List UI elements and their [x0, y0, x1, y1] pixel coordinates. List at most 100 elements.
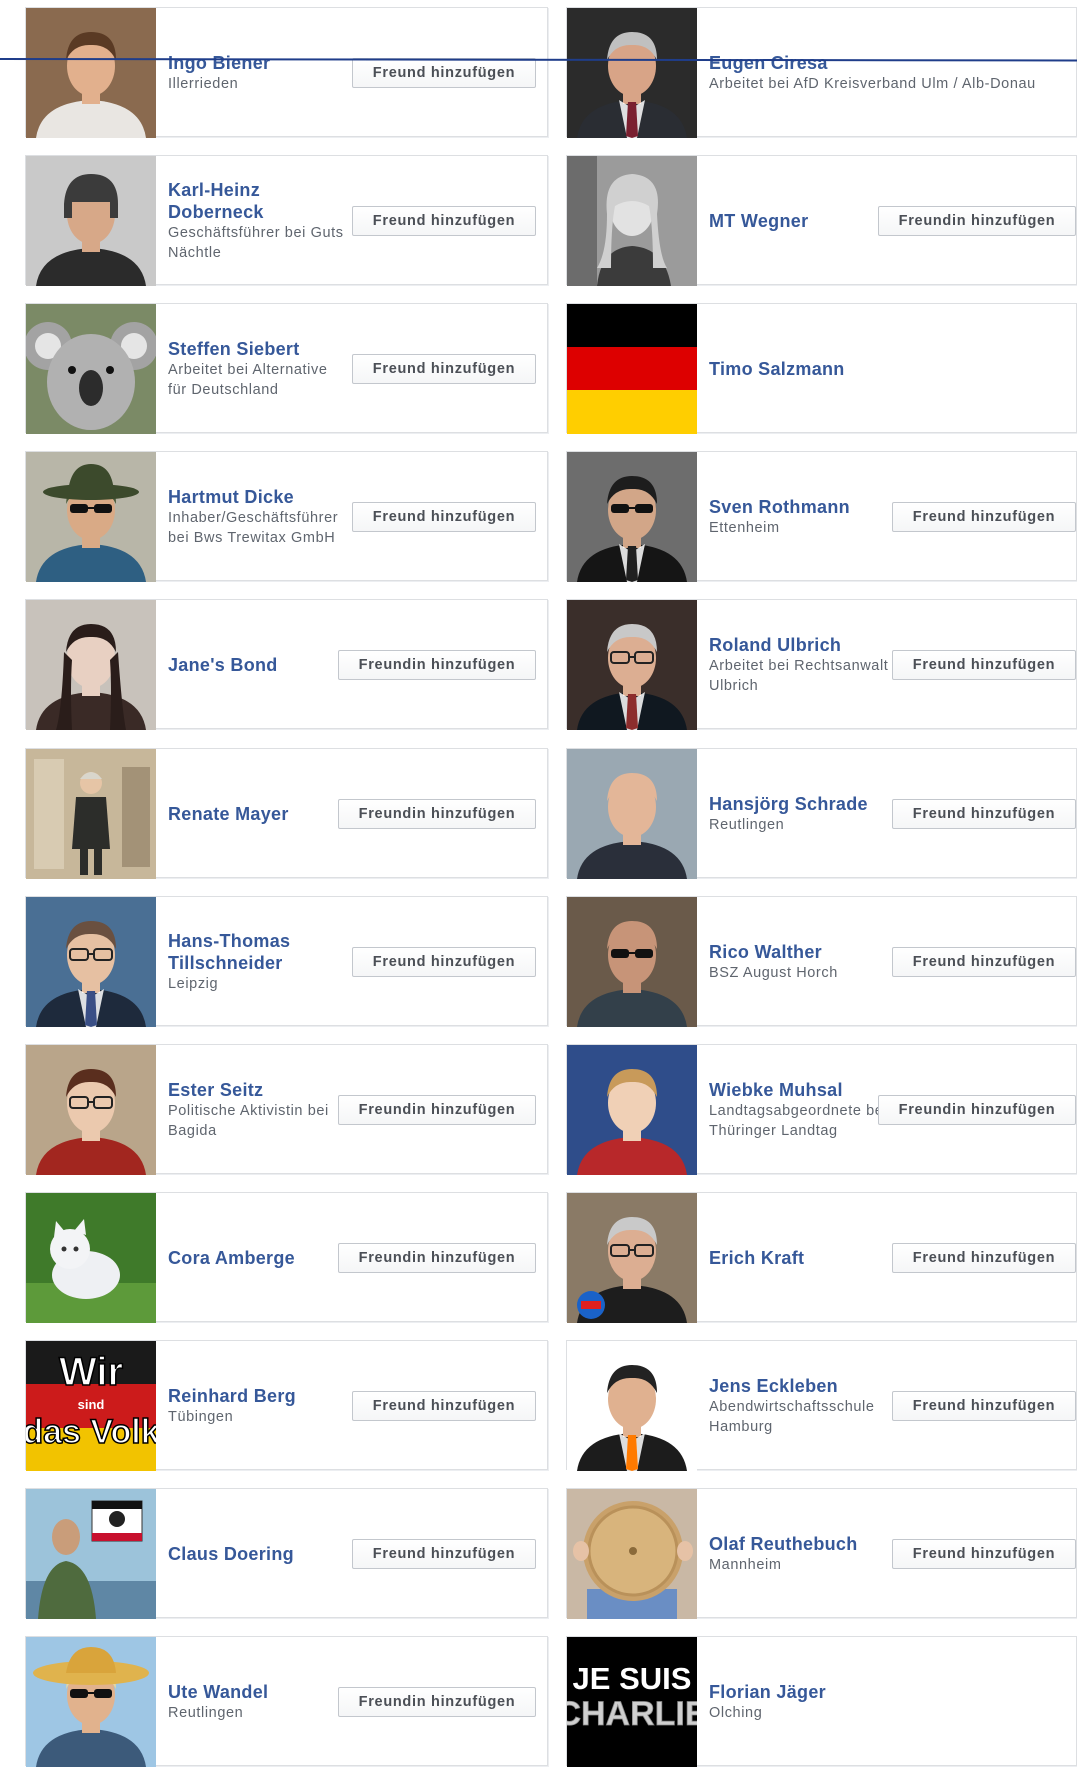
add-friend-button[interactable]: Freundin hinzufügen	[878, 206, 1076, 236]
older-man-glasses-icon[interactable]	[567, 1193, 697, 1323]
profile-subtitle: Inhaber/Geschäftsführer bei Bws Trewitax…	[168, 510, 339, 546]
profile-name-link[interactable]: Hartmut Dicke	[168, 486, 350, 508]
koala-icon[interactable]	[26, 304, 156, 434]
add-friend-button[interactable]: Freund hinzufügen	[892, 799, 1076, 829]
profile-name-link[interactable]: Karl-Heinz Doberneck	[168, 179, 350, 223]
add-friend-button[interactable]: Freundin hinzufügen	[338, 799, 536, 829]
profile-name-link[interactable]: Florian Jäger	[709, 1681, 894, 1703]
profile-name-link[interactable]: Hansjörg Schrade	[709, 793, 894, 815]
man-glasses-grey-icon[interactable]	[567, 600, 697, 730]
friend-suggestion-card: Hans-Thomas Tillschneider Leipzig Freund h…	[25, 896, 548, 1027]
profile-subtitle: Abendwirtschaftsschule Hamburg	[709, 1399, 875, 1435]
person-info: Eugen Ciresa Arbeitet bei AfD Kreisverban…	[709, 8, 1059, 138]
profile-name-link[interactable]: Cora Amberge	[168, 1247, 338, 1269]
add-friend-button[interactable]: Freund hinzufügen	[892, 1391, 1076, 1421]
add-friend-button[interactable]: Freund hinzufügen	[352, 1539, 536, 1569]
add-friend-button[interactable]: Freund hinzufügen	[892, 1243, 1076, 1273]
profile-name-link[interactable]: Wiebke Muhsal	[709, 1079, 894, 1101]
profile-name-link[interactable]: Sven Rothmann	[709, 496, 894, 518]
man-sunglasses-suit-icon[interactable]	[567, 452, 697, 582]
friend-suggestion-card: Rico Walther BSZ August Horch Freund hinzu…	[566, 896, 1077, 1027]
profile-subtitle: BSZ August Horch	[709, 965, 838, 981]
svg-text:Wir: Wir	[59, 1350, 123, 1394]
person-info: Florian Jäger Olching	[709, 1637, 894, 1767]
profile-name-link[interactable]: Jane's Bond	[168, 654, 338, 676]
man-orange-tie-icon[interactable]	[567, 1341, 697, 1471]
profile-name-link[interactable]: Ute Wandel	[168, 1681, 350, 1703]
profile-name-link[interactable]: Rico Walther	[709, 941, 894, 963]
woman-in-room-icon[interactable]	[26, 749, 156, 879]
profile-name-link[interactable]: Erich Kraft	[709, 1247, 894, 1269]
add-friend-button[interactable]: Freund hinzufügen	[352, 502, 536, 532]
friend-suggestion-card: Wiebke Muhsal Landtagsabgeordnete bei Thü…	[566, 1044, 1077, 1175]
person-info: Hartmut Dicke Inhaber/Geschäftsführer bei…	[168, 452, 350, 582]
person-info: Rico Walther BSZ August Horch	[709, 897, 894, 1027]
add-friend-button[interactable]: Freundin hinzufügen	[338, 1095, 536, 1125]
add-friend-button[interactable]: Freundin hinzufügen	[338, 1243, 536, 1273]
add-friend-button[interactable]: Freund hinzufügen	[352, 947, 536, 977]
profile-subtitle: Leipzig	[168, 976, 219, 992]
friend-suggestion-card: Cora Amberge Freundin hinzufügen	[25, 1192, 548, 1323]
flag-text-banner-icon[interactable]: Wir sind das Volk	[26, 1341, 156, 1471]
white-cat-icon[interactable]	[26, 1193, 156, 1323]
profile-name-link[interactable]: Steffen Siebert	[168, 338, 350, 360]
add-friend-button[interactable]: Freund hinzufügen	[352, 58, 536, 88]
profile-name-link[interactable]: Ingo Biener	[168, 52, 350, 74]
profile-name-link[interactable]: Jens Eckleben	[709, 1375, 894, 1397]
person-info: Jane's Bond	[168, 600, 338, 730]
man-hat-sunglasses-icon[interactable]	[26, 452, 156, 582]
add-friend-button[interactable]: Freund hinzufügen	[352, 354, 536, 384]
profile-name-link[interactable]: Renate Mayer	[168, 803, 338, 825]
person-info: Roland Ulbrich Arbeitet bei Rechtsanwalt …	[709, 600, 894, 730]
profile-name-link[interactable]: Eugen Ciresa	[709, 52, 1059, 74]
friend-suggestion-card: Timo Salzmann	[566, 303, 1077, 434]
add-friend-button[interactable]: Freundin hinzufügen	[878, 1095, 1076, 1125]
friend-suggestion-card: Jens Eckleben Abendwirtschaftsschule Hamb…	[566, 1340, 1077, 1471]
man-smiling-icon[interactable]	[26, 8, 156, 138]
profile-subtitle: Arbeitet bei AfD Kreisverband Ulm / Alb-…	[709, 76, 1036, 92]
profile-name-link[interactable]: Ester Seitz	[168, 1079, 338, 1101]
profile-name-link[interactable]: Reinhard Berg	[168, 1385, 350, 1407]
young-woman-icon[interactable]	[567, 1045, 697, 1175]
profile-name-link[interactable]: MT Wegner	[709, 210, 894, 232]
friend-suggestion-card: Sven Rothmann Ettenheim Freund hinzufügen	[566, 451, 1077, 582]
add-friend-button[interactable]: Freundin hinzufügen	[338, 1687, 536, 1717]
man-sunglasses-icon[interactable]	[567, 897, 697, 1027]
je-suis-charlie-icon[interactable]: JE SUIS CHARLIE	[567, 1637, 697, 1767]
profile-name-link[interactable]: Olaf Reuthebuch	[709, 1533, 894, 1555]
woman-straw-hat-icon[interactable]	[26, 1637, 156, 1767]
german-flag-icon[interactable]	[567, 304, 697, 434]
profile-subtitle: Geschäftsführer bei Guts Nächtle	[168, 225, 344, 261]
person-info: Karl-Heinz Doberneck Geschäftsführer bei …	[168, 156, 350, 286]
add-friend-button[interactable]: Freundin hinzufügen	[338, 650, 536, 680]
add-friend-button[interactable]: Freund hinzufügen	[352, 1391, 536, 1421]
man-glasses-suit-icon[interactable]	[26, 897, 156, 1027]
woman-bw-icon[interactable]	[567, 156, 697, 286]
profile-name-link[interactable]: Timo Salzmann	[709, 358, 1059, 380]
profile-name-link[interactable]: Claus Doering	[168, 1543, 350, 1565]
friend-suggestions-grid: Ingo Biener Illerrieden Freund hinzufügen …	[0, 0, 1077, 1767]
man-with-flag-icon[interactable]	[26, 1489, 156, 1619]
add-friend-button[interactable]: Freund hinzufügen	[892, 1539, 1076, 1569]
add-friend-button[interactable]: Freund hinzufügen	[892, 650, 1076, 680]
add-friend-button[interactable]: Freund hinzufügen	[892, 947, 1076, 977]
add-friend-button[interactable]: Freund hinzufügen	[352, 206, 536, 236]
child-with-bread-icon[interactable]	[567, 1489, 697, 1619]
profile-name-link[interactable]: Roland Ulbrich	[709, 634, 894, 656]
person-info: Steffen Siebert Arbeitet bei Alternative …	[168, 304, 350, 434]
woman-portrait-icon[interactable]	[26, 600, 156, 730]
profile-subtitle: Arbeitet bei Alternative für Deutschland	[168, 362, 328, 398]
bald-man-icon[interactable]	[567, 749, 697, 879]
person-info: Hans-Thomas Tillschneider Leipzig	[168, 897, 338, 1027]
profile-name-link[interactable]: Hans-Thomas Tillschneider	[168, 930, 338, 974]
woman-glasses-icon[interactable]	[26, 1045, 156, 1175]
svg-text:das Volk: das Volk	[26, 1413, 156, 1451]
person-info: Jens Eckleben Abendwirtschaftsschule Hamb…	[709, 1341, 894, 1471]
person-info: MT Wegner	[709, 156, 894, 286]
man-winter-hat-icon[interactable]	[26, 156, 156, 286]
add-friend-button[interactable]: Freund hinzufügen	[892, 502, 1076, 532]
friend-suggestion-card: Karl-Heinz Doberneck Geschäftsführer bei …	[25, 155, 548, 286]
person-info: Erich Kraft	[709, 1193, 894, 1323]
person-info: Claus Doering	[168, 1489, 350, 1619]
older-man-icon[interactable]	[567, 8, 697, 138]
